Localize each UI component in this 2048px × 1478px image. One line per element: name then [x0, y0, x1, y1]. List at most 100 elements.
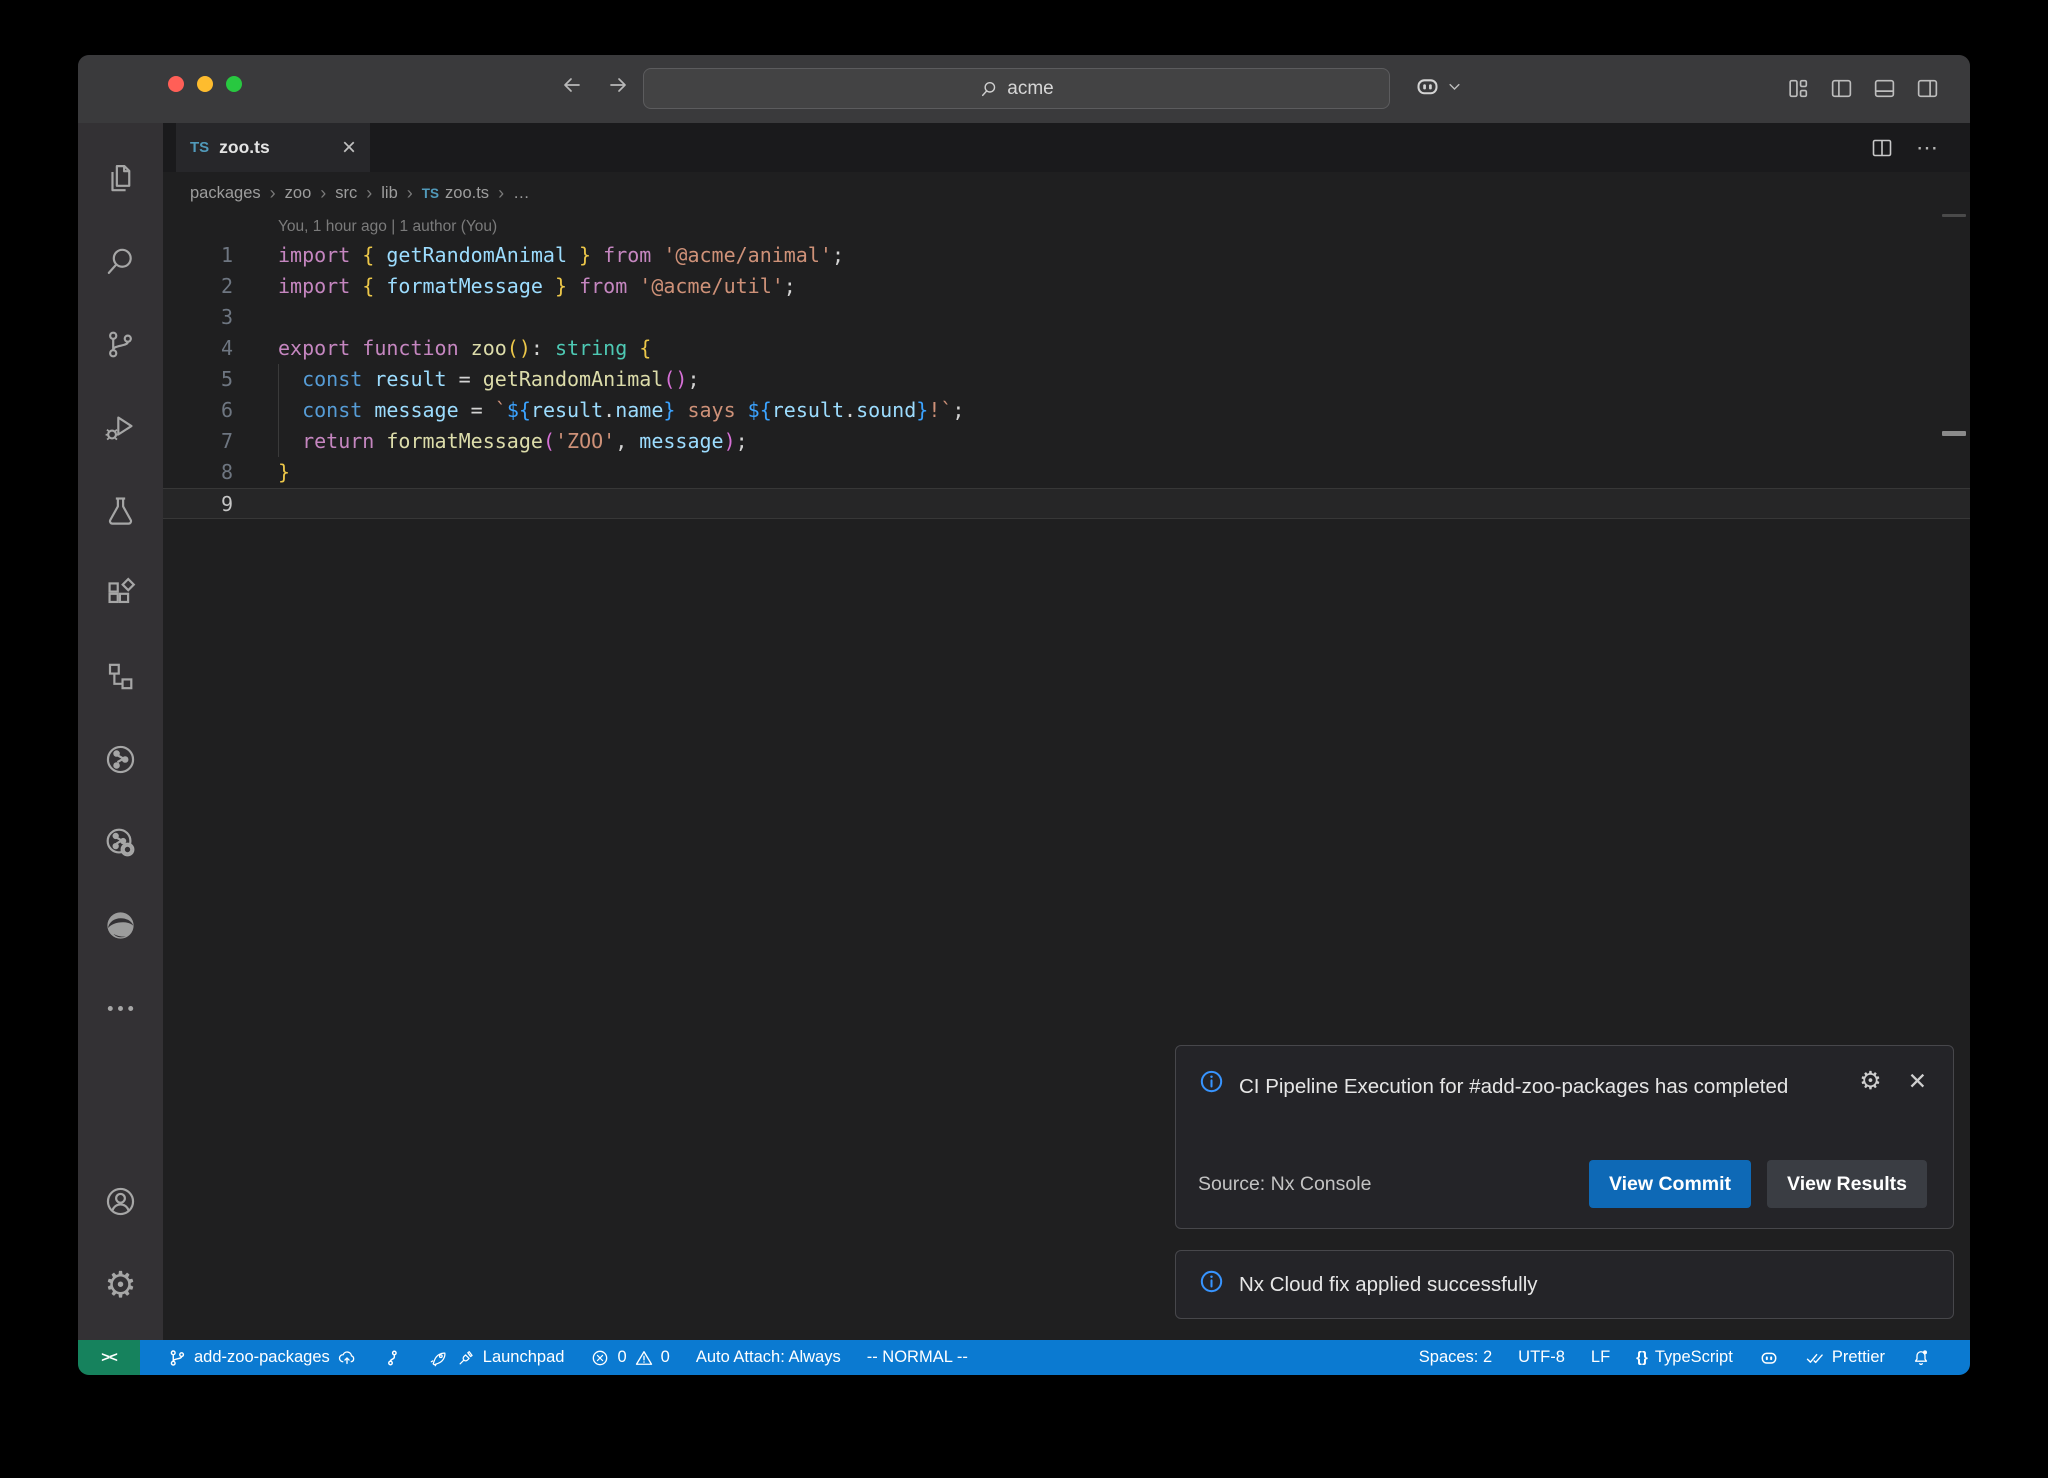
tab-zoo-ts[interactable]: TS zoo.ts × — [176, 123, 370, 172]
forward-icon[interactable] — [606, 73, 630, 102]
compare-status-item[interactable] — [370, 1340, 416, 1375]
line-number: 9 — [163, 489, 233, 518]
breadcrumb-item[interactable]: … — [513, 184, 530, 203]
nx-console-icon[interactable] — [78, 635, 163, 718]
remote-indicator[interactable]: >< — [78, 1340, 140, 1375]
double-check-icon — [1805, 1348, 1825, 1368]
account-icon[interactable] — [78, 1160, 163, 1243]
code-line-4[interactable]: 4export function zoo(): string { — [163, 333, 1970, 364]
code-text: const message = `${result.name} says ${r… — [233, 395, 964, 426]
search-view-icon[interactable] — [78, 220, 163, 303]
code-line-3[interactable]: 3 — [163, 302, 1970, 333]
nx-cloud-icon[interactable] — [78, 718, 163, 801]
overview-ruler-cursor-mark — [1942, 431, 1966, 436]
extensions-icon[interactable] — [78, 552, 163, 635]
eol-status-item[interactable]: LF — [1578, 1340, 1623, 1375]
formatter-label: Prettier — [1832, 1348, 1885, 1367]
editor-more-actions-icon[interactable]: ⋯ — [1916, 135, 1940, 161]
breadcrumb-separator: › — [498, 183, 504, 204]
branch-name: add-zoo-packages — [194, 1348, 330, 1367]
breadcrumb-item[interactable]: zoo — [285, 184, 312, 203]
breadcrumb[interactable]: packages›zoo›src›lib›TSzoo.ts›… — [163, 172, 1970, 214]
source-control-icon[interactable] — [78, 303, 163, 386]
customize-layout-icon[interactable] — [1786, 76, 1811, 106]
typescript-file-icon: TS — [422, 186, 439, 201]
testing-icon[interactable] — [78, 469, 163, 552]
search-value: acme — [1007, 78, 1053, 100]
notifications-bell-item[interactable] — [1898, 1340, 1944, 1375]
line-number: 2 — [163, 271, 233, 302]
error-count: 0 — [617, 1348, 626, 1367]
maximize-window-button[interactable] — [226, 76, 242, 92]
indentation-status-item[interactable]: Spaces: 2 — [1406, 1340, 1505, 1375]
info-icon — [1198, 1068, 1225, 1106]
line-number: 1 — [163, 240, 233, 271]
braces-icon: {} — [1636, 1349, 1648, 1366]
notification-nx-cloud: Nx Cloud fix applied successfully — [1175, 1250, 1954, 1319]
line-number: 7 — [163, 426, 233, 457]
split-editor-icon[interactable] — [1870, 136, 1894, 160]
run-debug-icon[interactable] — [78, 386, 163, 469]
back-icon[interactable] — [560, 73, 584, 102]
indent-guide — [278, 364, 279, 457]
inline-blame: You, 1 hour ago | 1 author (You) — [163, 214, 1970, 240]
toggle-primary-sidebar-icon[interactable] — [1829, 76, 1854, 106]
auto-attach-status-item[interactable]: Auto Attach: Always — [683, 1340, 854, 1375]
copilot-menu[interactable] — [1414, 73, 1462, 100]
settings-gear-icon[interactable]: ⚙ — [78, 1243, 163, 1326]
close-tab-icon[interactable]: × — [342, 136, 356, 160]
problems-status-item[interactable]: 0 0 — [577, 1340, 682, 1375]
notification-close-icon[interactable]: ✕ — [1908, 1068, 1927, 1094]
copilot-status-item[interactable] — [1746, 1340, 1792, 1375]
edge-tools-icon[interactable] — [78, 884, 163, 967]
notification-settings-icon[interactable]: ⚙ — [1859, 1068, 1881, 1094]
commit-graph-search-icon[interactable] — [78, 801, 163, 884]
plug-icon — [456, 1348, 476, 1368]
breadcrumb-separator: › — [320, 183, 326, 204]
rocket-icon — [429, 1348, 449, 1368]
minimize-window-button[interactable] — [197, 76, 213, 92]
code-line-2[interactable]: 2import { formatMessage } from '@acme/ut… — [163, 271, 1970, 302]
toggle-panel-icon[interactable] — [1872, 76, 1897, 106]
breadcrumb-separator: › — [366, 183, 372, 204]
copilot-icon — [1759, 1348, 1779, 1368]
code-lines: 1import { getRandomAnimal } from '@acme/… — [163, 240, 1970, 519]
toggle-secondary-sidebar-icon[interactable] — [1915, 76, 1940, 106]
close-window-button[interactable] — [168, 76, 184, 92]
language-status-item[interactable]: {} TypeScript — [1623, 1340, 1746, 1375]
breadcrumb-item[interactable]: TSzoo.ts — [422, 184, 489, 203]
notification-message: Nx Cloud fix applied successfully — [1239, 1273, 1538, 1297]
line-number: 6 — [163, 395, 233, 426]
code-line-7[interactable]: 7 return formatMessage('ZOO', message); — [163, 426, 1970, 457]
code-line-8[interactable]: 8} — [163, 457, 1970, 488]
explorer-icon[interactable] — [78, 137, 163, 220]
code-line-5[interactable]: 5 const result = getRandomAnimal(); — [163, 364, 1970, 395]
formatter-status-item[interactable]: Prettier — [1792, 1340, 1898, 1375]
activity-bar: ⚙ — [78, 123, 163, 1340]
encoding-status-item[interactable]: UTF-8 — [1505, 1340, 1578, 1375]
chevron-down-icon — [1447, 79, 1462, 94]
code-line-1[interactable]: 1import { getRandomAnimal } from '@acme/… — [163, 240, 1970, 271]
code-line-6[interactable]: 6 const message = `${result.name} says $… — [163, 395, 1970, 426]
code-text: export function zoo(): string { — [233, 333, 651, 364]
command-center-search[interactable]: acme — [643, 68, 1390, 109]
overview-ruler-mark — [1942, 214, 1966, 217]
branch-status-item[interactable]: add-zoo-packages — [154, 1340, 370, 1375]
tab-bar: TS zoo.ts × ⋯ — [163, 123, 1970, 172]
code-text: } — [233, 457, 290, 488]
breadcrumb-item[interactable]: lib — [381, 184, 398, 203]
notification-ci-pipeline: CI Pipeline Execution for #add-zoo-packa… — [1175, 1045, 1954, 1229]
launchpad-label: Launchpad — [483, 1348, 565, 1367]
launchpad-status-item[interactable]: Launchpad — [416, 1340, 578, 1375]
breadcrumb-item[interactable]: packages — [190, 184, 261, 203]
code-text: return formatMessage('ZOO', message); — [233, 426, 748, 457]
language-label: TypeScript — [1655, 1348, 1733, 1367]
view-results-button[interactable]: View Results — [1767, 1160, 1927, 1208]
more-views-icon[interactable] — [78, 967, 163, 1050]
vim-mode-status-item[interactable]: -- NORMAL -- — [854, 1340, 981, 1375]
info-icon — [1198, 1268, 1225, 1301]
breadcrumb-item[interactable]: src — [335, 184, 357, 203]
code-line-9[interactable]: 9 — [163, 488, 1970, 519]
view-commit-button[interactable]: View Commit — [1589, 1160, 1751, 1208]
titlebar: acme — [78, 55, 1970, 123]
